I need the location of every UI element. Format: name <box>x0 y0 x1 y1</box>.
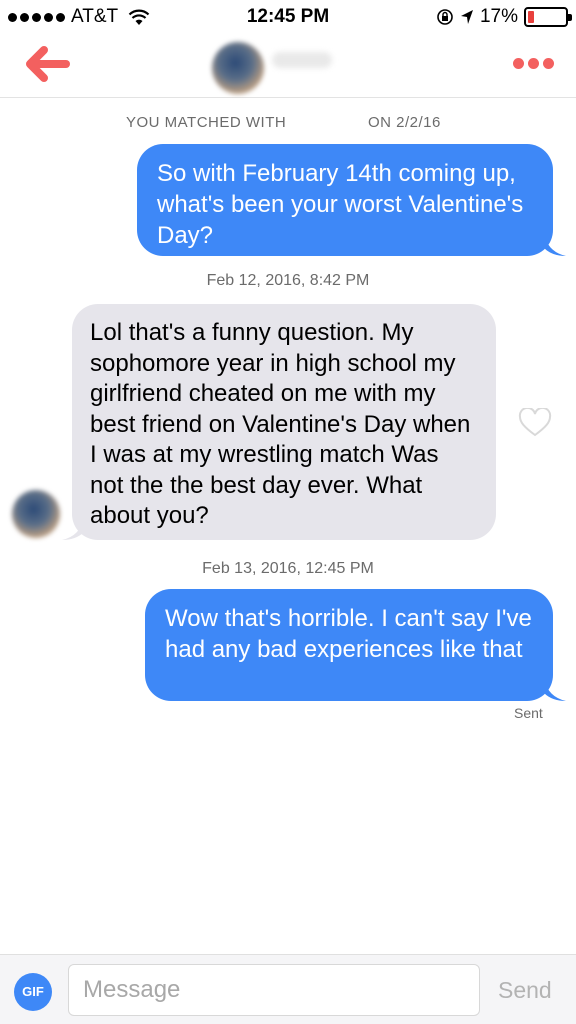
more-dots-icon[interactable] <box>513 58 554 69</box>
matched-banner: YOU MATCHED WITH ON 2/2/16 <box>0 114 576 136</box>
battery-fill <box>528 11 534 23</box>
matched-label: YOU MATCHED WITH <box>126 114 287 131</box>
bubble-tail <box>544 679 566 701</box>
message-bubble-outgoing[interactable]: Wow that's horrible. I can't say I've ha… <box>145 589 553 701</box>
send-button[interactable]: Send <box>498 977 552 1004</box>
battery-percent: 17% <box>479 6 518 27</box>
status-right: 17% <box>436 6 572 28</box>
message-bubble-incoming[interactable]: Lol that's a funny question. My sophomor… <box>72 304 496 540</box>
back-arrow-icon[interactable] <box>22 44 72 84</box>
rotation-lock-icon <box>437 9 453 25</box>
heart-icon[interactable] <box>518 408 552 438</box>
message-timestamp: Feb 13, 2016, 12:45 PM <box>202 560 374 577</box>
nav-bar <box>0 36 576 98</box>
message-bubble-outgoing[interactable]: So with February 14th coming up, what's … <box>137 144 553 256</box>
message-timestamp: Feb 12, 2016, 8:42 PM <box>206 272 370 289</box>
status-bar: AT&T 12:45 PM 17% <box>0 0 576 36</box>
gif-button[interactable]: GIF <box>14 973 52 1011</box>
location-arrow-icon <box>460 10 473 24</box>
matched-date: ON 2/2/16 <box>368 114 441 131</box>
message-text: Lol that's a funny question. My sophomor… <box>90 319 471 529</box>
match-avatar[interactable] <box>212 42 264 94</box>
match-name-blurred[interactable] <box>272 52 332 68</box>
message-status: Sent <box>514 705 543 721</box>
message-text: Wow that's horrible. I can't say I've ha… <box>165 605 532 663</box>
battery-icon <box>524 7 572 27</box>
message-composer: GIF Send <box>0 954 576 1024</box>
bubble-tail <box>544 234 566 256</box>
bubble-tail <box>62 518 84 540</box>
message-text: So with February 14th coming up, what's … <box>157 160 524 249</box>
message-input[interactable] <box>68 964 480 1016</box>
sender-avatar[interactable] <box>12 490 60 538</box>
